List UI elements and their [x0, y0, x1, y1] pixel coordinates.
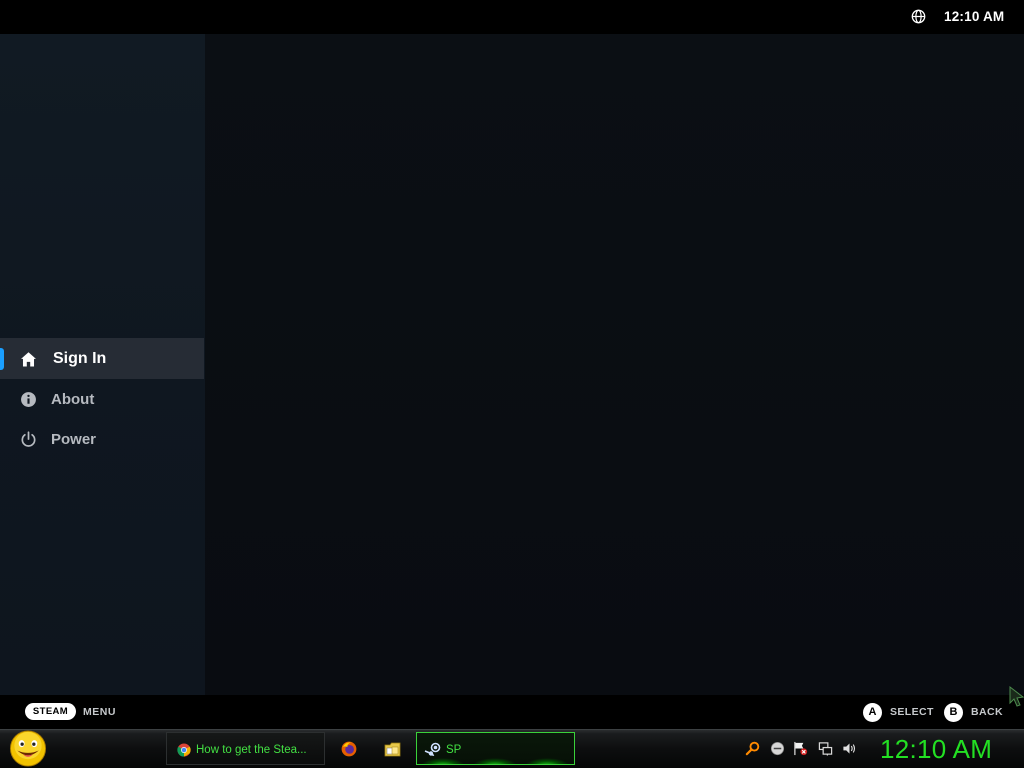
sidebar-item-power[interactable]: Power: [0, 419, 204, 459]
b-button-icon[interactable]: B: [944, 703, 963, 722]
sidebar-item-label: About: [51, 390, 95, 408]
network-icon[interactable]: [818, 741, 833, 756]
a-button-icon[interactable]: A: [863, 703, 882, 722]
sidebar-item-label: Sign In: [53, 349, 107, 367]
main-content-area: [205, 34, 1024, 695]
task-label: SP: [446, 744, 462, 756]
chrome-icon: [177, 743, 191, 757]
top-status-bar: 12:10 AM: [0, 0, 1024, 34]
taskbar-button-files[interactable]: [378, 732, 408, 765]
select-hint-label: SELECT: [890, 706, 934, 718]
search-icon[interactable]: [745, 741, 760, 756]
ime-icon[interactable]: [770, 741, 785, 756]
taskbar-button-firefox[interactable]: [334, 732, 364, 765]
info-icon: [21, 392, 36, 407]
taskbar-clock[interactable]: 12:10 AM: [880, 734, 992, 765]
flag-icon[interactable]: [793, 741, 808, 756]
controller-hint-bar: STEAM MENU A SELECT B BACK: [0, 695, 1024, 729]
top-bar-clock: 12:10 AM: [944, 9, 1005, 24]
back-hint-label: BACK: [971, 706, 1003, 718]
steam-icon: [424, 742, 441, 756]
firefox-icon: [341, 741, 357, 757]
task-label: How to get the Stea...: [196, 744, 307, 756]
selection-indicator: [0, 348, 4, 370]
globe-icon[interactable]: [911, 9, 926, 24]
sidebar-menu: Sign In About Power: [0, 34, 205, 695]
steam-button[interactable]: STEAM: [25, 703, 76, 720]
taskbar-button-chrome[interactable]: How to get the Stea...: [166, 732, 325, 765]
power-icon: [21, 431, 36, 447]
sidebar-item-sign-in[interactable]: Sign In: [0, 338, 204, 379]
menu-hint-label: MENU: [83, 706, 116, 718]
sidebar-item-label: Power: [51, 430, 97, 448]
volume-icon[interactable]: [842, 741, 857, 756]
sidebar-item-about[interactable]: About: [0, 379, 204, 419]
smiley-start-icon[interactable]: [8, 729, 48, 768]
taskbar-button-steam[interactable]: SP: [416, 732, 575, 765]
home-icon: [21, 352, 36, 367]
folder-icon: [384, 742, 401, 757]
mouse-cursor-icon: [1009, 686, 1024, 707]
